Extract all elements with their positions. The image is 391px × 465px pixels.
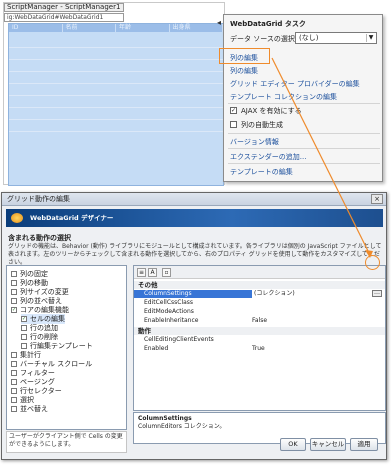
grid-row <box>9 84 223 96</box>
grid-header-cell: 出身県 <box>170 24 223 32</box>
divider <box>228 133 380 134</box>
infragistics-logo-icon <box>11 213 23 223</box>
chevron-down-icon[interactable]: ▼ <box>366 34 375 42</box>
property-row[interactable]: EditModeActions <box>134 308 385 316</box>
webdatagrid-label[interactable]: ig:WebDataGrid#WebDataGrid1 <box>4 13 124 22</box>
smart-tag-glyph[interactable]: ◂ <box>217 18 221 27</box>
property-toolbar: ≡ A ▫ <box>134 266 385 279</box>
grid-row <box>9 60 223 72</box>
close-button[interactable]: × <box>371 194 383 204</box>
grid-row <box>9 108 223 120</box>
divider <box>228 163 380 164</box>
checkbox-icon[interactable] <box>21 325 27 331</box>
auto-generate-label: 列の自動生成 <box>241 121 283 129</box>
highlight-circle <box>365 255 380 270</box>
designer-surface: ScriptManager - ScriptManager1 ig:WebDat… <box>3 2 225 186</box>
section-title: 含まれる動作の選択 <box>8 234 71 242</box>
datasource-select[interactable]: (なし) ▼ <box>295 32 377 44</box>
grid-row <box>9 120 223 132</box>
enable-ajax-label: AJAX を有効にする <box>241 107 302 115</box>
grid-header: ID 名前 年齢 出身県 <box>9 24 223 32</box>
designer-banner: WebDataGrid デザイナー <box>6 209 383 227</box>
apply-button[interactable]: 適用 <box>350 438 378 451</box>
grid-header-cell: ID <box>9 24 63 32</box>
webdatagrid-preview[interactable]: ID 名前 年齢 出身県 <box>8 23 224 186</box>
grid-header-cell: 年齢 <box>116 24 170 32</box>
divider <box>228 103 380 104</box>
grid-header-cell: 名前 <box>63 24 116 32</box>
datasource-label: データ ソースの選択: <box>230 35 298 43</box>
checkbox-icon[interactable] <box>21 334 27 340</box>
grid-row <box>9 72 223 84</box>
checkbox-icon[interactable] <box>11 361 17 367</box>
section-description: グリッドの機能は、Behavior (動作) ライブラリにモジュールとして構成さ… <box>8 243 382 266</box>
checkbox-icon[interactable] <box>11 280 17 286</box>
property-row-selected[interactable]: ColumnSettings (コレクション) <box>134 290 385 298</box>
property-pages-icon[interactable]: ▫ <box>162 268 171 277</box>
edit-templates-link[interactable]: テンプレートの編集 <box>230 167 293 177</box>
property-description-title: ColumnSettings <box>138 415 192 422</box>
grid-editor-providers-link[interactable]: グリッド エディター プロバイダーの編集 <box>230 79 360 89</box>
template-collection-link[interactable]: テンプレート コレクションの編集 <box>230 92 337 102</box>
add-extender-link[interactable]: エクステンダーの追加... <box>230 152 306 162</box>
ok-button[interactable]: OK <box>280 438 306 451</box>
checkbox-icon[interactable] <box>11 298 17 304</box>
divider <box>228 148 380 149</box>
enable-ajax-checkbox[interactable]: ✓ <box>230 107 237 114</box>
behavior-hint: ユーザーがクライアント側で Cells の変更ができるようにします。 <box>6 431 127 453</box>
script-manager-label[interactable]: ScriptManager - ScriptManager1 <box>4 3 124 12</box>
checkbox-icon[interactable] <box>11 379 17 385</box>
smart-tag-title: WebDataGrid タスク <box>230 20 306 28</box>
ellipsis-button[interactable]: … <box>372 290 382 297</box>
version-info-link[interactable]: バージョン情報 <box>230 137 279 147</box>
category-other[interactable]: その他 <box>134 281 385 289</box>
property-row[interactable]: EnableInheritance False <box>134 317 385 325</box>
checkbox-icon[interactable] <box>11 388 17 394</box>
property-row[interactable]: EditCellCssClass <box>134 299 385 307</box>
property-grid[interactable]: ≡ A ▫ その他 ColumnSettings (コレクション) EditCe… <box>133 265 386 411</box>
highlight-box <box>219 48 270 64</box>
checkbox-icon[interactable] <box>11 289 17 295</box>
category-behavior[interactable]: 動作 <box>134 327 385 335</box>
grid-row <box>9 96 223 108</box>
cancel-button[interactable]: キャンセル <box>310 438 346 451</box>
datasource-value: (なし) <box>299 34 319 42</box>
property-row[interactable]: Enabled True <box>134 345 385 353</box>
checkbox-icon[interactable] <box>11 352 17 358</box>
checkbox-icon[interactable]: ✓ <box>21 316 27 322</box>
checkbox-icon[interactable] <box>11 406 17 412</box>
edit-behaviors-dialog: グリッド動作の編集 × WebDataGrid デザイナー 含まれる動作の選択 … <box>1 192 387 460</box>
tree-item[interactable]: 並べ替え <box>11 404 48 414</box>
checkbox-icon[interactable] <box>11 370 17 376</box>
categorized-icon[interactable]: ≡ <box>137 268 146 277</box>
alphabetical-icon[interactable]: A <box>148 268 157 277</box>
property-row[interactable]: CellEditingClientEvents <box>134 336 385 344</box>
property-description-text: ColumnEditors コレクション。 <box>138 423 226 430</box>
property-description: ColumnSettings ColumnEditors コレクション。 <box>133 412 386 444</box>
dialog-title: グリッド動作の編集 <box>2 193 386 206</box>
smart-tag-panel: WebDataGrid タスク データ ソースの選択: (なし) ▼ 列の編集 … <box>223 14 383 182</box>
auto-generate-checkbox[interactable] <box>230 121 237 128</box>
checkbox-icon[interactable]: ✓ <box>11 307 17 313</box>
checkbox-icon[interactable] <box>21 343 27 349</box>
behavior-tree[interactable]: 列の固定 列の移動 列サイズの変更 列の並べ替え ✓ コアの編集機能 ✓ セルの編集… <box>6 265 127 430</box>
grid-row <box>9 36 223 48</box>
grid-row <box>9 48 223 60</box>
edit-columns-link[interactable]: 列の編集 <box>230 66 258 76</box>
checkbox-icon[interactable] <box>11 397 17 403</box>
checkbox-icon[interactable] <box>11 271 17 277</box>
